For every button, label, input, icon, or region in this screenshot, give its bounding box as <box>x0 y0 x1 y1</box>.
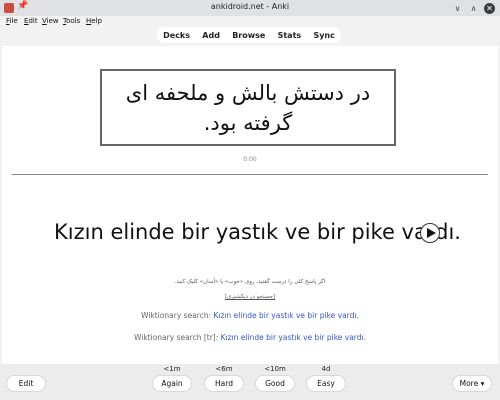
decks-button[interactable]: Decks <box>163 31 190 40</box>
stats-button[interactable]: Stats <box>278 31 302 40</box>
card-view: در دستش بالش و ملحفه ای گرفته بود. 0:00 … <box>2 46 498 364</box>
main-toolbar: Decks Add Browse Stats Sync <box>157 27 341 43</box>
menu-view[interactable]: View <box>42 17 59 25</box>
menu-bar: File Edit View Tools Help <box>0 16 500 27</box>
review-bottom-bar <box>0 364 500 400</box>
wiktionary-tr-search-row: Wiktionary search [tr]: Kızın elinde bir… <box>2 333 498 342</box>
easy-interval: 4d <box>321 365 331 373</box>
play-audio-icon[interactable] <box>420 223 440 243</box>
menu-help[interactable]: Help <box>86 17 102 25</box>
again-interval: <1m <box>163 365 181 373</box>
card-timer: 0:00 <box>243 156 257 163</box>
answer-text: Kızın elinde bir yastık ve bir pike vard… <box>54 220 461 244</box>
add-button[interactable]: Add <box>202 31 220 40</box>
edit-button[interactable]: Edit <box>6 375 46 392</box>
wiktionary-search-link[interactable]: Kızın elinde bir yastık ve bir pike vard… <box>214 311 357 320</box>
wiktionary-tr-search-link[interactable]: Kızın elinde bir yastık ve bir pike vard… <box>221 333 364 342</box>
good-interval: <10m <box>264 365 286 373</box>
browse-button[interactable]: Browse <box>232 31 265 40</box>
question-text: در دستش بالش و ملحفه ای گرفته بود. <box>125 80 371 135</box>
hard-button[interactable]: Hard <box>204 375 244 392</box>
question-box: در دستش بالش و ملحفه ای گرفته بود. <box>100 69 396 146</box>
wiktionary-search-row: Wiktionary search: Kızın elinde bir yast… <box>2 311 498 320</box>
menu-edit[interactable]: Edit <box>24 17 38 25</box>
sync-button[interactable]: Sync <box>313 31 334 40</box>
hard-interval: <6m <box>215 365 233 373</box>
minimize-icon[interactable]: ∨ <box>452 3 463 14</box>
more-button[interactable]: More ▾ <box>452 375 492 392</box>
easy-button[interactable]: Easy <box>306 375 346 392</box>
hint-text: اگر پاسخ کلی را درست گفتید، روی «خوب» یا… <box>174 279 326 285</box>
again-button[interactable]: Again <box>152 375 192 392</box>
wiktionary-tr-search-label: Wiktionary search [tr]: <box>134 333 219 342</box>
answer-divider <box>12 174 488 175</box>
menu-file[interactable]: File <box>6 17 18 25</box>
dictionary-search-link[interactable]: [جستجو در دیکشنری] <box>2 294 498 300</box>
close-icon[interactable]: ✕ <box>484 3 495 14</box>
wiktionary-search-label: Wiktionary search: <box>141 311 212 320</box>
wiktionary-search-suffix: . <box>356 311 359 320</box>
wiktionary-tr-search-suffix: . <box>363 333 366 342</box>
window-title: ankidroid.net - Anki <box>210 2 290 11</box>
title-bar: 📌 ankidroid.net - Anki ∨ ∧ ✕ <box>0 0 500 17</box>
menu-tools[interactable]: Tools <box>63 17 80 25</box>
good-button[interactable]: Good <box>255 375 295 392</box>
maximize-icon[interactable]: ∧ <box>468 3 479 14</box>
